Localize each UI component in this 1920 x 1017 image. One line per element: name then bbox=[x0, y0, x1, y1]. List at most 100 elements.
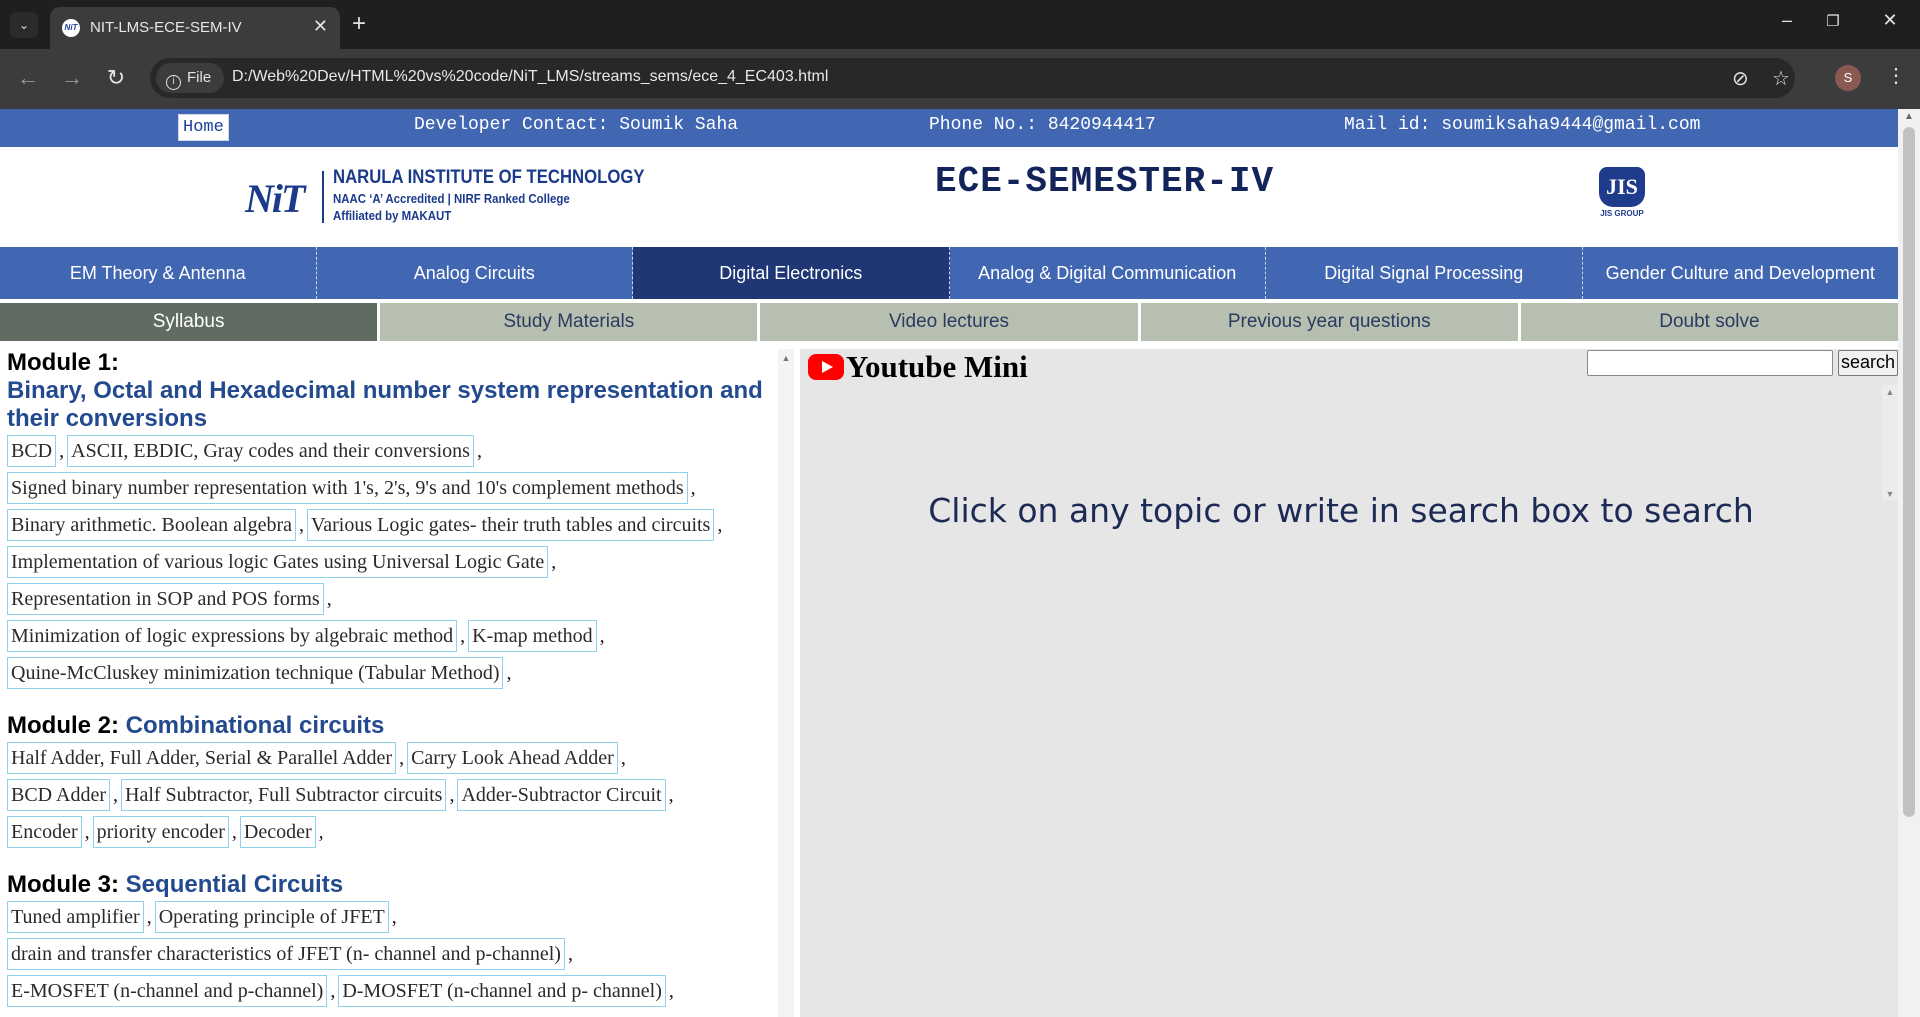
subject-tab-em-theory[interactable]: EM Theory & Antenna bbox=[0, 247, 317, 299]
topic-link[interactable]: D-MOSFET (n-channel and p- channel) bbox=[338, 975, 666, 1007]
page-viewport: Home Developer Contact: Soumik Saha Phon… bbox=[0, 109, 1920, 1017]
site-header: NiT NARULA INSTITUTE OF TECHNOLOGY NAAC … bbox=[0, 147, 1898, 247]
scroll-up-icon[interactable]: ▲ bbox=[778, 353, 794, 363]
tab-doubt-solve[interactable]: Doubt solve bbox=[1520, 303, 1899, 341]
module-heading: Module 3: Sequential Circuits bbox=[7, 871, 778, 899]
topic-link[interactable]: Carry Look Ahead Adder bbox=[407, 742, 618, 774]
topic-separator: , bbox=[567, 943, 573, 965]
module-topic[interactable]: Combinational circuits bbox=[126, 712, 385, 739]
page-scrollbar[interactable]: ▲ bbox=[1898, 109, 1920, 1017]
subject-tab-communication[interactable]: Analog & Digital Communication bbox=[950, 247, 1266, 299]
topic-separator: , bbox=[84, 821, 90, 843]
topic-link[interactable]: Signed binary number representation with… bbox=[7, 472, 688, 504]
topic-line: BCD, ASCII, EBDIC, Gray codes and their c… bbox=[7, 433, 778, 470]
address-bar[interactable]: i File D:/Web%20Dev/HTML%20vs%20code/NiT_… bbox=[150, 58, 1795, 98]
topic-link[interactable]: Half Adder, Full Adder, Serial & Paralle… bbox=[7, 742, 397, 774]
topic-line: E-MOSFET (n-channel and p-channel), D-MOS… bbox=[7, 973, 778, 1010]
topic-link[interactable]: drain and transfer characteristics of JF… bbox=[7, 938, 565, 970]
tab-search-chevron-icon[interactable]: ⌄ bbox=[10, 12, 38, 38]
syllabus-panel: Module 1: Binary, Octal and Hexadecimal n… bbox=[0, 349, 778, 1017]
topic-list: Half Adder, Full Adder, Serial & Paralle… bbox=[7, 740, 778, 851]
topic-separator: , bbox=[599, 625, 605, 647]
topic-separator: , bbox=[690, 477, 696, 499]
subject-tab-analog-circuits[interactable]: Analog Circuits bbox=[317, 247, 633, 299]
module-topic[interactable]: Sequential Circuits bbox=[126, 871, 343, 898]
bookmark-star-icon[interactable]: ☆ bbox=[1772, 66, 1790, 91]
reload-icon[interactable]: ↻ bbox=[102, 65, 130, 91]
jis-logo-mark: JIS bbox=[1599, 167, 1645, 207]
topic-line: Representation in SOP and POS forms, bbox=[7, 581, 778, 618]
topic-link[interactable]: Implementation of various logic Gates us… bbox=[7, 546, 549, 578]
module-topic[interactable]: Binary, Octal and Hexadecimal number sys… bbox=[7, 377, 767, 433]
window-close-icon[interactable]: ✕ bbox=[1875, 10, 1905, 31]
youtube-placeholder-message: Click on any topic or write in search bo… bbox=[928, 491, 1754, 530]
tab-video-lectures[interactable]: Video lectures bbox=[760, 303, 1138, 341]
topic-link[interactable]: Binary arithmetic. Boolean algebra bbox=[7, 509, 297, 541]
topic-link[interactable]: Tuned amplifier bbox=[7, 901, 144, 933]
nit-name: NARULA INSTITUTE OF TECHNOLOGY bbox=[333, 167, 645, 188]
minimize-icon[interactable]: – bbox=[1772, 10, 1802, 31]
tab-syllabus[interactable]: Syllabus bbox=[0, 303, 378, 341]
browser-tab[interactable]: NiT NIT-LMS-ECE-SEM-IV ✕ bbox=[50, 7, 340, 49]
section-tabs: Syllabus Study Materials Video lectures … bbox=[0, 303, 1899, 341]
subject-tab-dsp[interactable]: Digital Signal Processing bbox=[1266, 247, 1583, 299]
topic-line: Signed binary number representation with… bbox=[7, 470, 778, 507]
topic-line: Minimization of logic expressions by alg… bbox=[7, 618, 778, 655]
youtube-search-input[interactable] bbox=[1587, 350, 1833, 376]
scroll-up-icon[interactable]: ▲ bbox=[1882, 387, 1898, 397]
scrollbar-thumb[interactable] bbox=[1903, 127, 1915, 817]
topic-link[interactable]: Encoder bbox=[7, 816, 82, 848]
topic-link[interactable]: Decoder bbox=[239, 816, 316, 848]
topic-link[interactable]: Adder-Subtractor Circuit bbox=[457, 779, 666, 811]
url-text[interactable]: D:/Web%20Dev/HTML%20vs%20code/NiT_LMS/st… bbox=[232, 68, 828, 86]
module-3: Module 3: Sequential Circuits Tuned ampl… bbox=[7, 871, 778, 1010]
topic-link[interactable]: priority encoder bbox=[92, 816, 229, 848]
youtube-search-button[interactable]: search bbox=[1838, 350, 1898, 376]
topic-link[interactable]: Minimization of logic expressions by alg… bbox=[7, 620, 458, 652]
scroll-down-icon[interactable]: ▼ bbox=[1882, 489, 1898, 499]
subject-tab-gender-culture[interactable]: Gender Culture and Development bbox=[1583, 247, 1899, 299]
topic-separator: , bbox=[620, 747, 626, 769]
topic-link[interactable]: Representation in SOP and POS forms bbox=[7, 583, 324, 615]
profile-avatar[interactable]: S bbox=[1835, 65, 1861, 91]
tab-previous-year-questions[interactable]: Previous year questions bbox=[1140, 303, 1518, 341]
scroll-up-icon[interactable]: ▲ bbox=[1898, 111, 1920, 122]
tab-study-materials[interactable]: Study Materials bbox=[380, 303, 758, 341]
home-button[interactable]: Home bbox=[178, 114, 229, 141]
new-tab-plus-icon[interactable]: + bbox=[352, 10, 366, 38]
topic-list: Tuned amplifier, Operating principle of J… bbox=[7, 899, 778, 1010]
topic-separator: , bbox=[231, 821, 237, 843]
subject-tab-digital-electronics[interactable]: Digital Electronics bbox=[633, 247, 950, 299]
developer-contact: Developer Contact: Soumik Saha bbox=[414, 115, 739, 135]
topic-link[interactable]: ASCII, EBDIC, Gray codes and their conve… bbox=[67, 435, 474, 467]
topic-separator: , bbox=[146, 906, 152, 928]
tab-close-icon[interactable]: ✕ bbox=[313, 16, 328, 37]
topic-link[interactable]: BCD bbox=[7, 435, 57, 467]
nit-logo: NiT NARULA INSTITUTE OF TECHNOLOGY NAAC … bbox=[245, 167, 645, 227]
eye-off-icon[interactable]: ⊘ bbox=[1732, 66, 1749, 91]
topic-link[interactable]: E-MOSFET (n-channel and p-channel) bbox=[7, 975, 328, 1007]
back-arrow-icon[interactable]: ← bbox=[14, 65, 42, 91]
youtube-logo-icon bbox=[808, 354, 844, 380]
tab-title: NIT-LMS-ECE-SEM-IV bbox=[90, 19, 242, 36]
topic-separator: , bbox=[668, 784, 674, 806]
topic-separator: , bbox=[476, 440, 482, 462]
topic-separator: , bbox=[113, 784, 118, 806]
topic-separator: , bbox=[330, 980, 336, 1002]
nit-accreditation: NAAC ‘A’ Accredited | NIRF Ranked Colleg… bbox=[333, 191, 570, 206]
module-2: Module 2: Combinational circuits Half Ad… bbox=[7, 712, 778, 851]
topic-link[interactable]: BCD Adder bbox=[7, 779, 110, 811]
topic-link[interactable]: Various Logic gates- their truth tables … bbox=[307, 509, 715, 541]
syllabus-scrollbar[interactable]: ▲ bbox=[778, 349, 794, 1017]
browser-menu-icon[interactable]: ⋮ bbox=[1886, 63, 1906, 88]
topic-link[interactable]: K-map method bbox=[468, 620, 597, 652]
forward-arrow-icon[interactable]: → bbox=[58, 65, 86, 91]
topic-link[interactable]: Operating principle of JFET bbox=[154, 901, 389, 933]
topic-separator: , bbox=[551, 551, 557, 573]
site-info-chip[interactable]: i File bbox=[156, 63, 224, 93]
topic-link[interactable]: Quine-McCluskey minimization technique (… bbox=[7, 657, 504, 689]
page-title: ECE-SEMESTER-IV bbox=[935, 161, 1275, 202]
results-scrollbar[interactable]: ▲ ▼ bbox=[1882, 385, 1898, 501]
restore-icon[interactable]: ❐ bbox=[1818, 12, 1848, 30]
topic-link[interactable]: Half Subtractor, Full Subtractor circuit… bbox=[121, 779, 447, 811]
